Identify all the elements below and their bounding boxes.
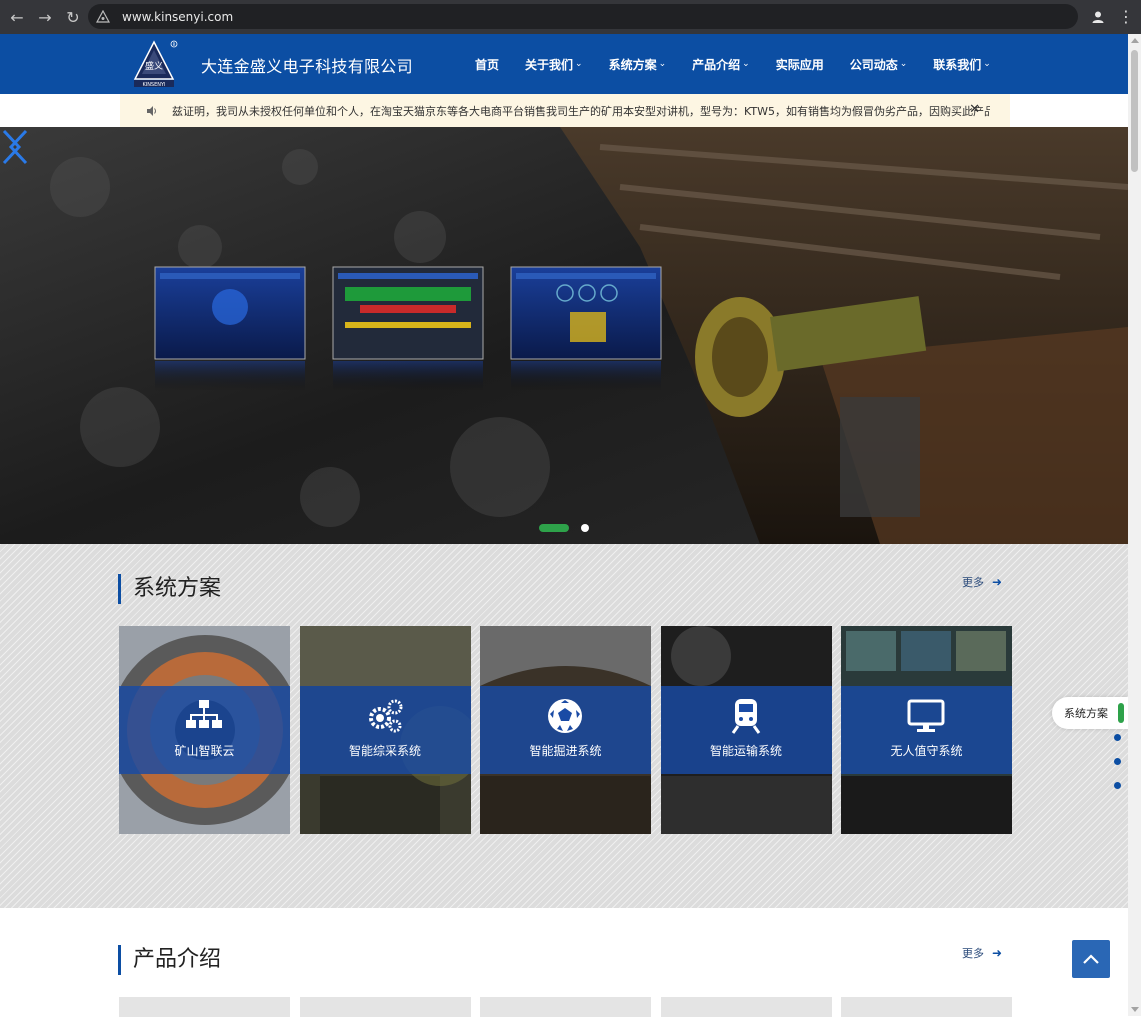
scroll-down-icon[interactable] xyxy=(1131,1007,1139,1012)
forward-icon[interactable]: → xyxy=(32,4,58,30)
site-header: 盛义 KINSENYI R 大连金盛义电子科技有限公司 首页 关于我们 ⌄ 系统… xyxy=(0,34,1128,94)
football-icon xyxy=(548,699,582,733)
url-text: www.kinsenyi.com xyxy=(122,9,234,24)
notice-text[interactable]: 兹证明，我司从未授权任何单位和个人，在淘宝天猫京东等各大电商平台销售我司生产的矿… xyxy=(172,103,990,119)
speaker-icon xyxy=(147,105,156,116)
side-nav-tab[interactable]: 系统方案 xyxy=(1052,697,1128,729)
page-scrollbar[interactable] xyxy=(1128,34,1141,1016)
card-label: 无人值守系统 xyxy=(890,744,963,758)
chevron-up-icon xyxy=(1083,954,1099,964)
solutions-section: 系统方案 更多 ➜ 矿山智联云 智能综采系统 智能掘进系统 智能运输系统 无人值… xyxy=(0,544,1128,908)
solution-card[interactable]: 智能掘进系统 xyxy=(480,626,651,834)
svg-text:KINSENYI: KINSENYI xyxy=(142,82,165,88)
hero-slider[interactable] xyxy=(0,127,1128,544)
solution-card[interactable]: 无人值守系统 xyxy=(841,626,1012,834)
side-nav-indicator xyxy=(1118,703,1124,723)
chevron-down-icon: ⌄ xyxy=(983,59,991,69)
site-info-icon[interactable] xyxy=(96,9,110,24)
company-logo[interactable]: 盛义 KINSENYI R xyxy=(128,39,180,91)
side-nav-dot[interactable] xyxy=(1114,758,1121,765)
scroll-up-icon[interactable] xyxy=(1131,38,1139,43)
svg-text:盛义: 盛义 xyxy=(145,60,163,72)
back-to-top-button[interactable] xyxy=(1072,940,1110,978)
product-card[interactable] xyxy=(660,997,832,1017)
solution-card[interactable]: 矿山智联云 xyxy=(119,626,290,834)
solution-cards: 矿山智联云 智能综采系统 智能掘进系统 智能运输系统 无人值守系统 xyxy=(119,626,1022,834)
solution-card[interactable]: 智能综采系统 xyxy=(299,626,471,834)
solutions-title: 系统方案 xyxy=(118,574,221,604)
solutions-more-link[interactable]: 更多 ➜ xyxy=(962,574,1002,590)
monitor-icon xyxy=(907,699,945,732)
solution-card[interactable]: 智能运输系统 xyxy=(660,626,832,834)
slider-pagination xyxy=(539,524,589,532)
train-icon xyxy=(731,699,760,734)
chevron-down-icon: ⌄ xyxy=(658,59,667,69)
slider-next-icon[interactable] xyxy=(0,127,24,167)
nav-item-about[interactable]: 关于我们 ⌄ xyxy=(512,34,596,94)
nav-item-solutions[interactable]: 系统方案 ⌄ xyxy=(596,34,680,94)
products-more-link[interactable]: 更多 ➜ xyxy=(962,945,1002,961)
reload-icon[interactable]: ↻ xyxy=(60,4,86,30)
arrow-right-icon: ➜ xyxy=(992,575,1003,589)
arrow-right-icon: ➜ xyxy=(992,946,1003,960)
side-nav-dot[interactable] xyxy=(1114,782,1121,789)
chevron-down-icon: ⌄ xyxy=(575,59,583,69)
notice-bar: 兹证明，我司从未授权任何单位和个人，在淘宝天猫京东等各大电商平台销售我司生产的矿… xyxy=(120,94,1010,127)
card-label: 矿山智联云 xyxy=(174,744,235,758)
products-section: 产品介绍 更多 ➜ xyxy=(0,908,1128,1017)
chevron-down-icon: ⌄ xyxy=(899,59,908,69)
address-bar[interactable]: www.kinsenyi.com xyxy=(88,4,1078,29)
product-card[interactable] xyxy=(299,997,471,1017)
back-icon[interactable]: ← xyxy=(4,4,30,30)
main-nav: 首页 关于我们 ⌄ 系统方案 ⌄ 产品介绍 ⌄ 实际应用 公司动态 ⌄ 联系我们… xyxy=(462,34,1004,94)
company-name[interactable]: 大连金盛义电子科技有限公司 xyxy=(201,53,413,77)
slider-dot[interactable] xyxy=(581,524,589,532)
chevron-down-icon: ⌄ xyxy=(742,59,750,69)
nav-item-contact[interactable]: 联系我们 ⌄ xyxy=(920,34,1004,94)
profile-icon[interactable] xyxy=(1087,6,1109,28)
product-card[interactable] xyxy=(480,997,651,1017)
nav-item-news[interactable]: 公司动态 ⌄ xyxy=(837,34,921,94)
browser-toolbar: ← → ↻ www.kinsenyi.com ⋮ xyxy=(0,0,1141,34)
nav-item-applications[interactable]: 实际应用 xyxy=(763,34,837,94)
sitemap-icon xyxy=(186,700,222,728)
product-card[interactable] xyxy=(841,997,1012,1017)
svg-text:R: R xyxy=(173,42,176,47)
products-title: 产品介绍 xyxy=(118,945,221,975)
product-cards xyxy=(119,997,1022,1017)
product-card[interactable] xyxy=(119,997,290,1017)
card-label: 智能掘进系统 xyxy=(529,744,602,758)
slider-dot-active[interactable] xyxy=(539,524,569,532)
browser-menu-icon[interactable]: ⋮ xyxy=(1118,6,1134,28)
close-icon[interactable]: ✕ xyxy=(969,102,980,117)
nav-item-home[interactable]: 首页 xyxy=(462,34,512,94)
side-nav-dot[interactable] xyxy=(1114,734,1121,741)
card-label: 智能综采系统 xyxy=(348,744,421,758)
nav-item-products[interactable]: 产品介绍 ⌄ xyxy=(679,34,763,94)
card-label: 智能运输系统 xyxy=(709,744,782,758)
gears-icon xyxy=(368,699,402,733)
hero-image xyxy=(0,127,1128,544)
scroll-thumb[interactable] xyxy=(1131,50,1138,172)
